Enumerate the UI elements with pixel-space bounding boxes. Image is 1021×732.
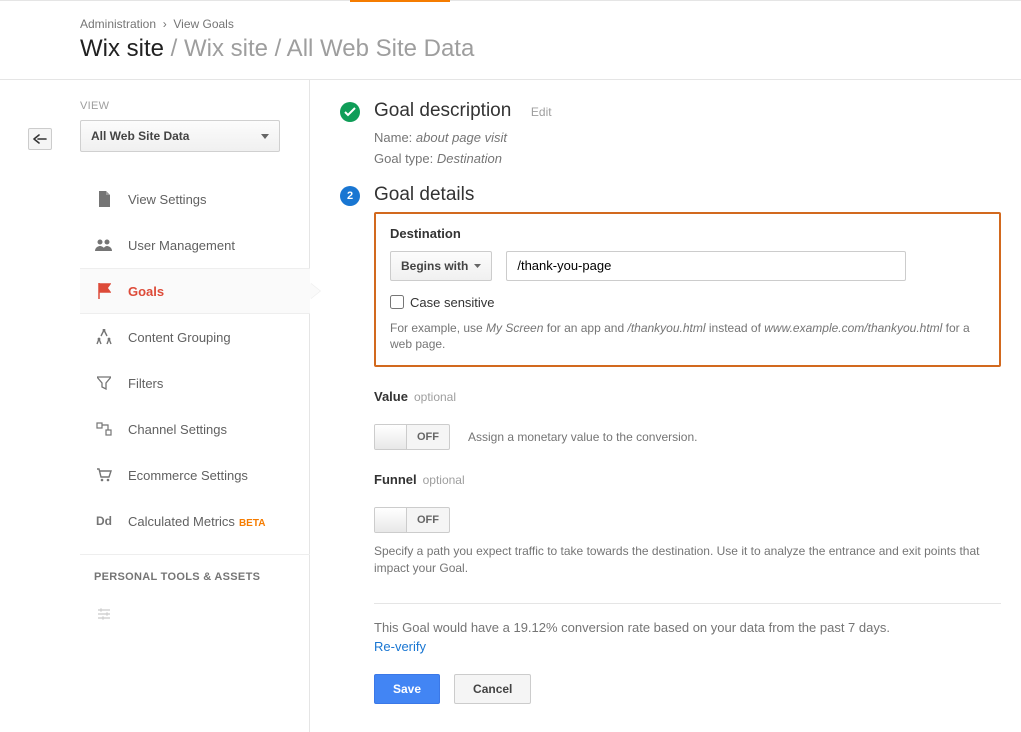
sidebar-item-user-management[interactable]: User Management (80, 222, 310, 268)
sidebar-item-label: Content Grouping (128, 330, 231, 345)
dd-icon: Dd (94, 514, 114, 528)
sidebar-item-goals[interactable]: Goals (80, 268, 310, 314)
flag-icon (94, 283, 114, 299)
cart-icon (94, 468, 114, 482)
sidebar-item-filters[interactable]: Filters (80, 360, 310, 406)
value-toggle[interactable]: OFF (374, 424, 450, 450)
step1-title: Goal description (374, 100, 511, 122)
caret-down-icon (474, 264, 481, 268)
breadcrumb: Administration › View Goals (80, 17, 1021, 31)
channel-icon (94, 422, 114, 436)
collapse-sidebar-button[interactable] (28, 128, 52, 150)
sidebar-item-ecommerce-settings[interactable]: Ecommerce Settings (80, 452, 310, 498)
funnel-toggle[interactable]: OFF (374, 507, 450, 533)
sidebar-item-view-settings[interactable]: View Settings (80, 176, 310, 222)
value-label: Value (374, 389, 408, 404)
view-selector[interactable]: All Web Site Data (80, 120, 280, 152)
destination-hint: For example, use My Screen for an app an… (390, 320, 985, 354)
destination-input[interactable] (506, 251, 906, 281)
funnel-icon (94, 376, 114, 390)
edit-link[interactable]: Edit (531, 105, 552, 119)
sidebar-item-calculated-metrics[interactable]: Dd Calculated MetricsBETA (80, 498, 310, 544)
sidebar-item-label: Goals (128, 284, 164, 299)
reverify-link[interactable]: Re-verify (374, 639, 1001, 654)
sidebar-item-channel-settings[interactable]: Channel Settings (80, 406, 310, 452)
sidebar-item-label: Channel Settings (128, 422, 227, 437)
sliders-icon (94, 608, 114, 620)
page-title: Wix site / Wix site / All Web Site Data (0, 31, 1021, 80)
funnel-desc: Specify a path you expect traffic to tak… (374, 543, 1001, 577)
sidebar-item-content-grouping[interactable]: Content Grouping (80, 314, 310, 360)
sidebar-item-label: User Management (128, 238, 235, 253)
caret-down-icon (261, 134, 269, 139)
sidebar-item-segments[interactable] (80, 591, 310, 637)
value-desc: Assign a monetary value to the conversio… (468, 430, 697, 444)
step-done-icon (340, 102, 360, 122)
funnel-label: Funnel (374, 472, 417, 487)
users-icon (94, 239, 114, 251)
step2-badge: 2 (340, 186, 360, 206)
view-label: VIEW (80, 100, 309, 112)
sidebar-section-personal: PERSONAL TOOLS & ASSETS (80, 554, 310, 591)
destination-box: Destination Begins with Case sensitive (374, 212, 1001, 368)
step2-title: Goal details (374, 184, 474, 206)
sidebar-item-label: Filters (128, 376, 163, 391)
case-sensitive-checkbox[interactable]: Case sensitive (390, 295, 495, 310)
breadcrumb-admin[interactable]: Administration (80, 17, 156, 31)
document-icon (94, 191, 114, 207)
destination-label: Destination (390, 226, 461, 241)
sidebar-item-label: Calculated MetricsBETA (128, 514, 265, 529)
grouping-icon (94, 329, 114, 345)
sidebar-item-label: Ecommerce Settings (128, 468, 248, 483)
breadcrumb-current: View Goals (173, 17, 233, 31)
conversion-text: This Goal would have a 19.12% conversion… (374, 618, 1001, 639)
sidebar-item-label: View Settings (128, 192, 207, 207)
match-type-dropdown[interactable]: Begins with (390, 251, 492, 281)
cancel-button[interactable]: Cancel (454, 674, 531, 704)
save-button[interactable]: Save (374, 674, 440, 704)
